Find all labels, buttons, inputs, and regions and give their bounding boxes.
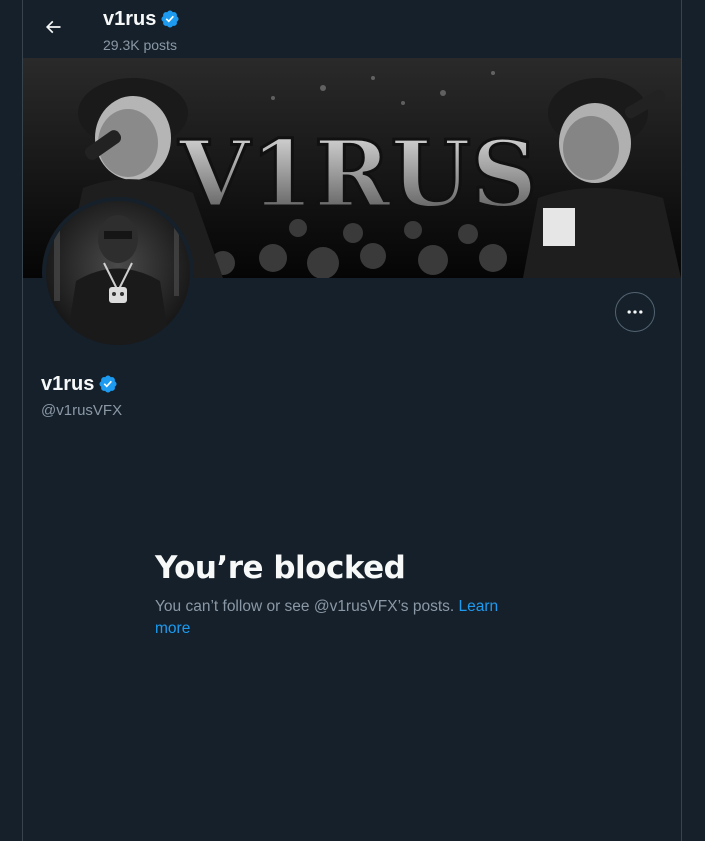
profile-handle: @v1rusVFX (41, 402, 123, 419)
blocked-notice: You’re blocked You can’t follow or see @… (155, 548, 535, 640)
header-name-text: v1rus (103, 8, 157, 30)
profile-name-text: v1rus (41, 373, 95, 395)
blocked-message-text: You can’t follow or see @v1rusVFX’s post… (155, 598, 459, 615)
more-options-button[interactable] (615, 292, 655, 332)
blocked-title: You’re blocked (155, 550, 406, 586)
more-horizontal-icon (627, 310, 643, 314)
arrow-left-icon (45, 20, 61, 34)
profile-header: v1rus 29.3K posts (23, 0, 681, 58)
back-button[interactable] (36, 10, 70, 44)
banner-title-text: V1RUS (178, 120, 538, 228)
blocked-message: You can’t follow or see @v1rusVFX’s post… (155, 596, 535, 640)
header-title: v1rus (103, 6, 180, 32)
header-post-count: 29.3K posts (103, 37, 177, 53)
avatar-image (46, 201, 190, 345)
profile-column: v1rus 29.3K posts V1RUS v1rus @v1rusVFX … (22, 0, 682, 841)
verified-badge-icon[interactable] (160, 9, 180, 29)
profile-avatar[interactable] (42, 197, 194, 349)
profile-display-name: v1rus (41, 371, 118, 397)
verified-badge-icon[interactable] (98, 374, 118, 394)
